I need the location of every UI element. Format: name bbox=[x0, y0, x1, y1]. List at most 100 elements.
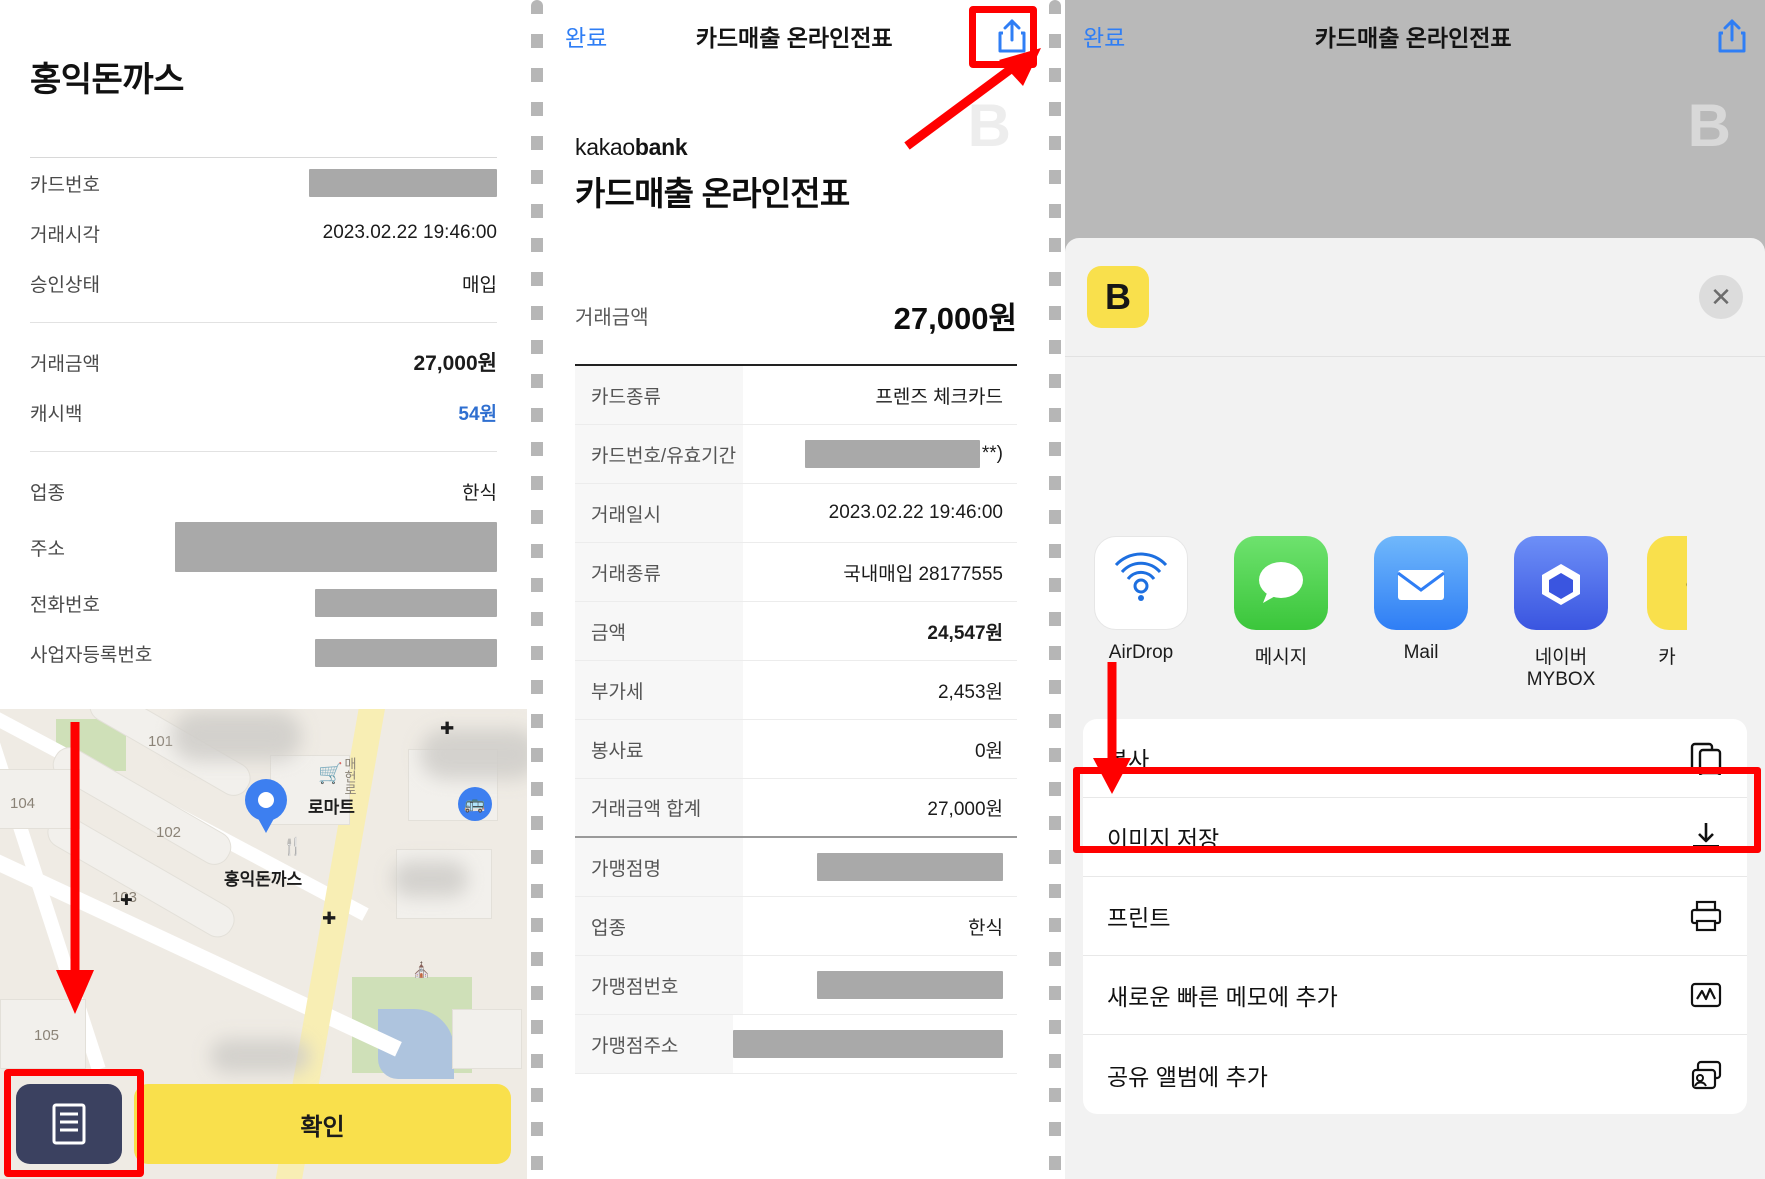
done-button[interactable]: 완료 bbox=[565, 19, 607, 53]
share-target-messages[interactable]: 메시지 bbox=[1227, 536, 1335, 691]
redacted-value bbox=[175, 522, 497, 572]
table-row: 금액 24,547원 bbox=[575, 602, 1017, 661]
action-copy[interactable]: 복사 bbox=[1083, 719, 1747, 798]
shared-album-icon bbox=[1689, 1058, 1723, 1092]
share-target-naver-mybox[interactable]: 네이버 MYBOX bbox=[1507, 536, 1615, 691]
action-label: 새로운 빠른 메모에 추가 bbox=[1107, 984, 1338, 1010]
table-row: 업종 한식 bbox=[575, 897, 1017, 956]
row-value: 국내매입 28177555 bbox=[843, 563, 1003, 585]
close-icon[interactable]: ✕ bbox=[1699, 275, 1743, 319]
share-target-airdrop[interactable]: AirDrop bbox=[1087, 536, 1195, 691]
table-row: 카드번호 bbox=[30, 158, 497, 208]
share-target-kakao[interactable]: ● 카 bbox=[1647, 536, 1687, 691]
table-row: 주소 bbox=[30, 516, 497, 578]
row-label: 업종 bbox=[30, 482, 65, 504]
detail-group-3: 업종 한식 주소 전화번호 사업자등록번호 bbox=[0, 466, 527, 678]
kakao-icon: ● bbox=[1647, 536, 1687, 630]
redacted-value bbox=[309, 169, 497, 197]
action-label: 복사 bbox=[1107, 747, 1150, 773]
print-icon bbox=[1689, 899, 1723, 933]
action-save-image[interactable]: 이미지 저장 bbox=[1083, 798, 1747, 877]
row-value: **) bbox=[743, 425, 1017, 483]
share-sheet: B ✕ AirDrop 메시지 Mail 네이버 MYBOX 카 복사 이미지 … bbox=[1065, 238, 1765, 1179]
redacted-value bbox=[804, 440, 980, 468]
row-label: 사업자등록번호 bbox=[30, 644, 153, 666]
share-button[interactable] bbox=[1701, 18, 1747, 54]
row-label: 전화번호 bbox=[30, 594, 100, 616]
row-label: 거래종류 bbox=[575, 543, 743, 601]
table-row: 전화번호 bbox=[30, 578, 497, 628]
app-label: 카 bbox=[1658, 647, 1676, 668]
brand-bold: bank bbox=[634, 134, 688, 160]
receipt-button[interactable] bbox=[16, 1084, 122, 1164]
share-action-list: 복사 이미지 저장 프린트 새로운 빠른 메모에 추가 공유 앨범에 추가 bbox=[1083, 719, 1747, 1114]
amount-label: 거래금액 bbox=[575, 307, 649, 329]
panel-divider-2 bbox=[1045, 0, 1065, 1179]
row-label: 가맹점주소 bbox=[575, 1015, 733, 1073]
nav-title: 카드매출 온라인전표 bbox=[695, 25, 893, 51]
row-label: 캐시백 bbox=[30, 403, 83, 425]
panel-receipt-document: 완료 카드매출 온라인전표 B kakaobank 카드매출 온라인전표 거래금… bbox=[547, 0, 1045, 1179]
row-label: 가맹점번호 bbox=[575, 956, 743, 1014]
poi-label-mart: 로마트 bbox=[308, 798, 355, 817]
brand-watermark: B bbox=[967, 92, 1011, 159]
table-row: 카드종류 프렌즈 체크카드 bbox=[575, 366, 1017, 425]
table-row: 카드번호/유효기간 **) bbox=[575, 425, 1017, 484]
row-label: 거래시각 bbox=[30, 224, 100, 246]
pin-dot bbox=[258, 792, 274, 808]
row-label: 거래금액 bbox=[30, 353, 100, 375]
row-value: 2,453원 bbox=[937, 681, 1003, 703]
share-preview-area bbox=[1065, 356, 1765, 522]
redacted-value bbox=[733, 1030, 1003, 1058]
row-value bbox=[743, 956, 1017, 1014]
action-print[interactable]: 프린트 bbox=[1083, 877, 1747, 956]
table-row: 부가세 2,453원 bbox=[575, 661, 1017, 720]
screenshot-root: 홍익돈까스 카드번호 거래시각 2023.02.22 19:46:00 승인상태… bbox=[0, 0, 1765, 1179]
nav-title: 카드매출 온라인전표 bbox=[1314, 25, 1512, 51]
row-value: 0원 bbox=[974, 740, 1003, 762]
row-label: 카드번호/유효기간 bbox=[575, 425, 743, 483]
table-row: 가맹점명 bbox=[575, 838, 1017, 897]
bottom-action-bar: 확인 bbox=[0, 1083, 527, 1179]
redacted-value bbox=[817, 853, 1003, 881]
done-button[interactable]: 완료 bbox=[1083, 19, 1125, 53]
app-label: Mail bbox=[1403, 642, 1439, 663]
row-value-amount: 27,000원 bbox=[413, 352, 497, 375]
map-blurred-label bbox=[172, 711, 302, 761]
action-label: 프린트 bbox=[1107, 905, 1171, 931]
receipt-icon bbox=[52, 1103, 86, 1145]
row-value: 24,547원 bbox=[927, 622, 1003, 644]
mail-icon bbox=[1374, 536, 1468, 630]
action-shared-album[interactable]: 공유 앨범에 추가 bbox=[1083, 1035, 1747, 1114]
action-quick-note[interactable]: 새로운 빠른 메모에 추가 bbox=[1083, 956, 1747, 1035]
map-label: 104 bbox=[10, 795, 36, 812]
confirm-button[interactable]: 확인 bbox=[134, 1084, 511, 1164]
naver-mybox-icon bbox=[1514, 536, 1608, 630]
table-row: 거래금액 27,000원 bbox=[30, 337, 497, 387]
row-value: 한식 bbox=[462, 482, 497, 504]
bus-stop-icon: 🚌 bbox=[458, 787, 492, 821]
save-image-icon bbox=[1689, 820, 1723, 854]
copy-icon bbox=[1689, 741, 1723, 778]
map-pin[interactable] bbox=[245, 779, 287, 835]
table-row: 승인상태 매입 bbox=[30, 258, 497, 308]
group-divider bbox=[30, 451, 497, 452]
map-pin-label: 홍익돈까스 bbox=[224, 870, 303, 889]
cart-icon: 🛒 bbox=[318, 763, 343, 785]
table-row: 업종 한식 bbox=[30, 466, 497, 516]
row-value-suffix: **) bbox=[981, 443, 1003, 464]
redacted-value bbox=[315, 639, 497, 667]
action-label: 이미지 저장 bbox=[1107, 826, 1220, 852]
app-label: AirDrop bbox=[1108, 642, 1174, 663]
share-target-mail[interactable]: Mail bbox=[1367, 536, 1475, 691]
quick-note-icon bbox=[1689, 978, 1723, 1012]
share-sheet-header: B ✕ bbox=[1065, 238, 1765, 356]
map-label: 105 bbox=[34, 1027, 60, 1044]
app-badge: B bbox=[1087, 266, 1149, 328]
row-value bbox=[733, 1015, 1017, 1073]
map-blurred-label bbox=[392, 861, 468, 897]
row-value: 2023.02.22 19:46:00 bbox=[828, 502, 1003, 523]
row-label: 업종 bbox=[575, 897, 743, 955]
document-title: 카드매출 온라인전표 bbox=[575, 175, 850, 212]
panel-share-sheet: 완료 카드매출 온라인전표 B kakaobank 카드매출 온라인전표 B ✕ bbox=[1065, 0, 1765, 1179]
